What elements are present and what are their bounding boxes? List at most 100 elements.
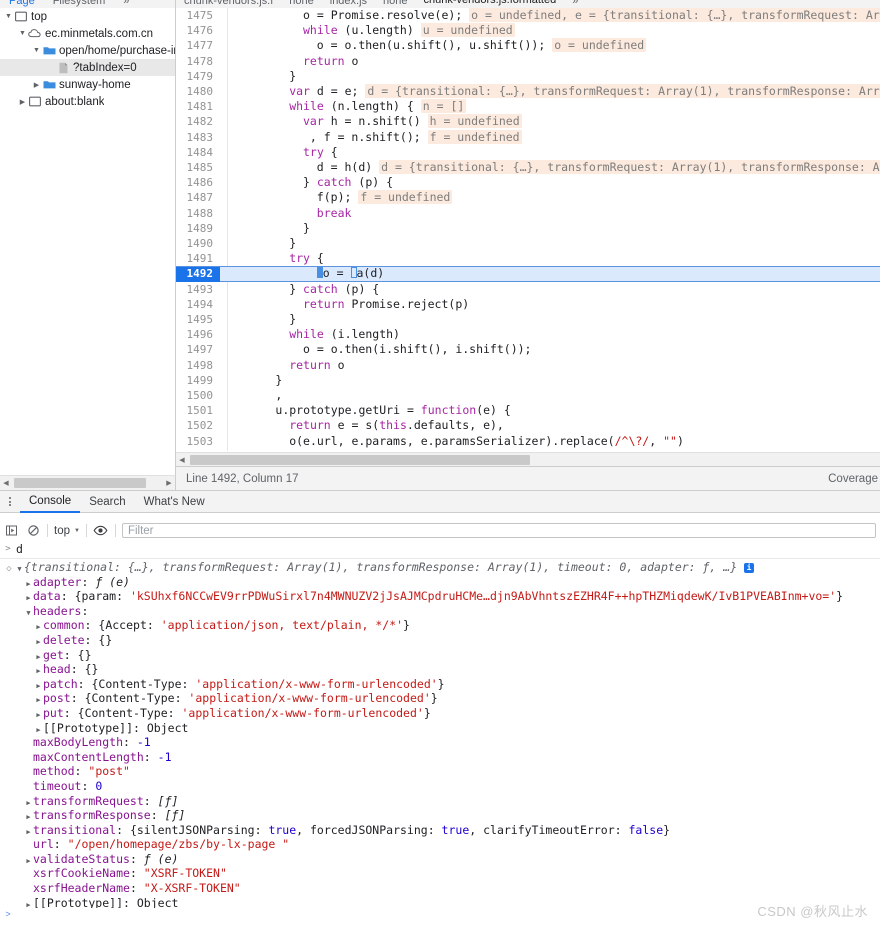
tab-none-2[interactable]: none [375,0,415,7]
console-property-row[interactable]: ▶ common: {Accept: 'application/json, tex… [0,618,880,633]
tree-item-about-blank[interactable]: ▶ about:blank [0,93,175,110]
console-property-row[interactable]: ▶ get: {} [0,648,880,663]
console-property-row[interactable]: ▶ transformResponse: [ƒ] [0,808,880,823]
scroll-left-arrow-icon[interactable]: ◀ [176,453,188,467]
navigator-horizontal-scrollbar[interactable]: ◀ ▶ [0,475,176,490]
chevron-right-icon[interactable]: ▶ [17,98,28,106]
tree-item-tabindex-0[interactable]: ?tabIndex=0 [0,59,175,76]
tab-page[interactable]: Page [0,0,44,7]
code-line[interactable]: 1504} [176,449,880,451]
console-property-row[interactable]: ▶ adapter: ƒ (e) [0,575,880,590]
console-property-row[interactable]: url: "/open/homepage/zbs/by-lx-page " [0,837,880,852]
code-line[interactable]: 1500, [176,388,880,403]
code-line[interactable]: 1479} [176,69,880,84]
code-line[interactable]: 1491 try { [176,251,880,266]
code-line[interactable]: 1503 o(e.url, e.params, e.paramsSerialize… [176,434,880,449]
tab-none-1[interactable]: none [281,0,321,7]
scrollbar-thumb[interactable] [190,455,530,465]
clear-console-icon[interactable] [22,520,44,541]
editor-horizontal-scrollbar[interactable]: ◀ [176,452,880,467]
line-number: 1493 [186,282,214,296]
tab-whats-new[interactable]: What's New [135,491,214,512]
scrollbar-thumb[interactable] [14,478,146,488]
execution-context-selector[interactable]: top ▼ [51,525,83,537]
code-line[interactable]: 1476 while (u.length) u = undefined [176,23,880,38]
source-code-editor[interactable]: 1475 o = Promise.resolve(e); o = undefine… [176,8,880,451]
code-line[interactable]: 1502 return e = s(this.defaults, e), [176,418,880,433]
console-property-row[interactable]: maxBodyLength: -1 [0,735,880,750]
console-sidebar-icon[interactable] [0,520,22,541]
code-line[interactable]: 1478 return o [176,54,880,69]
code-line[interactable]: 1494 return Promise.reject(p) [176,297,880,312]
code-line[interactable]: 1483 , f = n.shift(); f = undefined [176,129,880,145]
console-property-row[interactable]: ▶ validateStatus: ƒ (e) [0,852,880,867]
tab-more-navigator[interactable]: » [114,0,138,7]
code-line[interactable]: 1497 o = o.then(i.shift(), i.shift()); [176,342,880,357]
code-line[interactable]: 1484 try { [176,145,880,160]
tab-search[interactable]: Search [80,491,134,512]
code-line[interactable]: 1488 break [176,206,880,221]
console-property-row[interactable]: method: "post" [0,764,880,779]
filter-input[interactable]: Filter [121,523,876,538]
tree-item-ec-minmetals-com-cn[interactable]: ▼ ec.minmetals.com.cn [0,25,175,42]
code-line[interactable]: 1490} [176,236,880,251]
code-line[interactable]: 1498 return o [176,358,880,373]
chevron-down-icon[interactable]: ▼ [31,47,42,54]
code-line[interactable]: 1486} catch (p) { [176,175,880,190]
console-property-row[interactable]: ▶ head: {} [0,662,880,677]
code-line[interactable]: 1477 o = o.then(u.shift(), u.shift()); o … [176,38,880,53]
code-line[interactable]: 1485 d = h(d) d = {transitional: {…}, tra… [176,160,880,175]
tab-console[interactable]: Console [20,490,81,513]
code-line[interactable]: 1495} [176,312,880,327]
more-options-icon[interactable] [0,497,20,506]
code-line[interactable]: 1475 o = Promise.resolve(e); o = undefine… [176,8,880,23]
code-line-active[interactable]: 1492 o = a(d) [176,266,880,282]
code-line[interactable]: 1487 f(p); f = undefined [176,190,880,205]
console-property-row[interactable]: maxContentLength: -1 [0,750,880,765]
code-line[interactable]: 1489} [176,221,880,236]
code-line[interactable]: 1501 u.prototype.getUri = function(e) { [176,403,880,418]
console-property-row[interactable]: ▼ headers: [0,604,880,619]
code-line[interactable]: 1496 while (i.length) [176,327,880,342]
console-property-row[interactable]: xsrfHeaderName: "X-XSRF-TOKEN" [0,881,880,896]
code-line[interactable]: 1480 var d = e; d = {transitional: {…}, t… [176,84,880,99]
info-icon[interactable]: i [744,563,755,573]
console-property-row[interactable]: ▶ transitional: {silentJSONParsing: true,… [0,823,880,838]
console-prompt[interactable]: > [0,905,880,923]
coverage-label[interactable]: Coverage [828,473,878,485]
console-property-row[interactable]: ▶ patch: {Content-Type: 'application/x-ww… [0,677,880,692]
tab-index-js[interactable]: index.js [322,0,375,7]
scroll-right-arrow-icon[interactable]: ▶ [163,476,175,490]
scroll-left-arrow-icon[interactable]: ◀ [0,476,12,490]
console-object-preview-row[interactable]: ◇ ▼ {transitional: {…}, transformRequest: … [0,560,880,575]
console-property-row[interactable]: ▶ data: {param: 'kSUhxf6NCCwEV9rrPDWuSirx… [0,589,880,604]
console-property-row[interactable]: timeout: 0 [0,779,880,794]
tab-more-editor[interactable]: » [564,0,586,7]
tree-item-sunway-home[interactable]: ▶ sunway-home [0,76,175,93]
tab-chunk-vendors-js[interactable]: chunk-vendors.js:f [176,0,281,7]
line-number: 1492 [176,266,220,282]
tab-filesystem[interactable]: Filesystem [44,0,115,7]
chevron-down-icon[interactable]: ▼ [3,13,14,20]
eye-icon[interactable] [90,520,112,541]
console-property-row[interactable]: ▶ put: {Content-Type: 'application/x-www-… [0,706,880,721]
console-property-row[interactable]: xsrfCookieName: "XSRF-TOKEN" [0,866,880,881]
console-property-row[interactable]: ▶ [[Prototype]]: Object [0,721,880,736]
tree-item-open-home-purchase-info[interactable]: ▼ open/home/purchase-info [0,42,175,59]
chevron-right-icon[interactable]: ▶ [31,81,42,89]
console-property-row[interactable]: ▶ transformRequest: [ƒ] [0,794,880,809]
tree-item-top[interactable]: ▼ top [0,8,175,25]
console-property-row[interactable]: ▶ post: {Content-Type: 'application/x-www… [0,691,880,706]
code-token: return [303,53,345,68]
line-number: 1479 [186,69,214,83]
expand-triangle-icon[interactable]: ▼ [15,562,24,577]
chevron-down-icon[interactable]: ▼ [24,606,33,621]
code-line[interactable]: 1481 while (n.length) { n = [] [176,99,880,114]
console-property-row[interactable]: ▶ delete: {} [0,633,880,648]
code-line[interactable]: 1482 var h = n.shift() h = undefined [176,114,880,129]
code-line-text: f(p); f = undefined [234,190,453,205]
property-separator: : [81,603,89,618]
code-line[interactable]: 1499} [176,373,880,388]
chevron-down-icon[interactable]: ▼ [17,30,28,37]
code-line[interactable]: 1493} catch (p) { [176,282,880,297]
